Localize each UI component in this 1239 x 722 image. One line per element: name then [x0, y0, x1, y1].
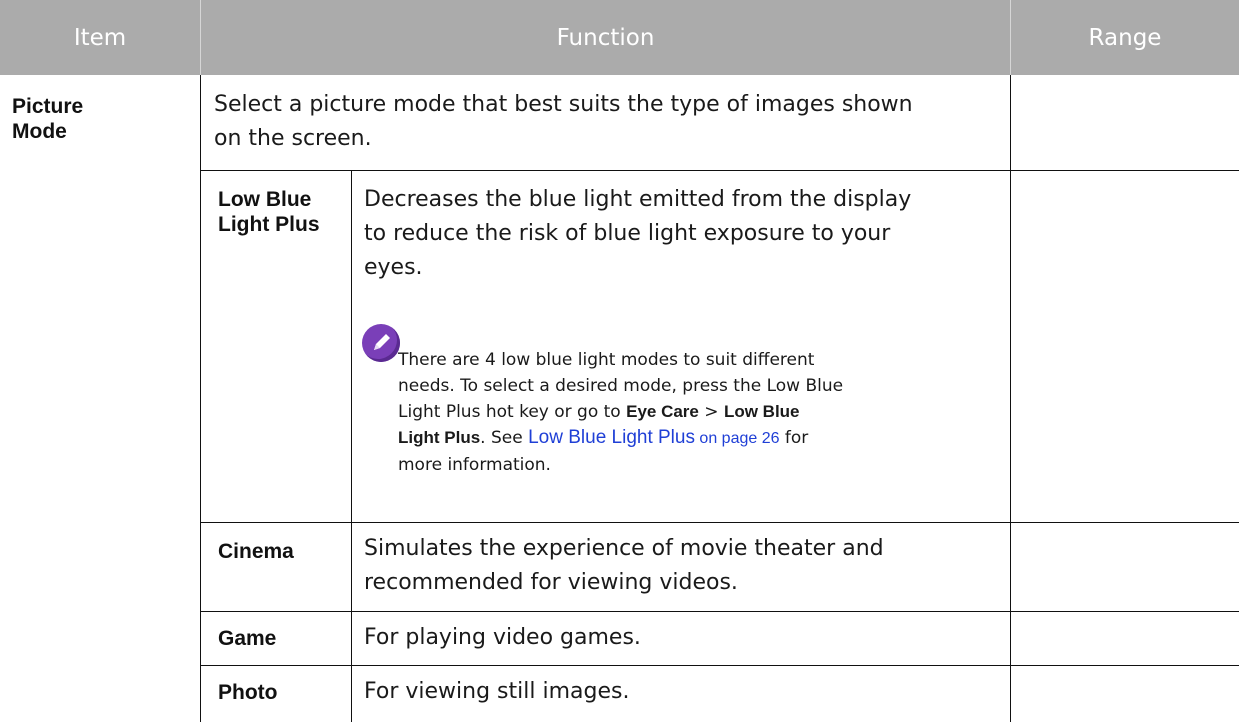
low-blue-light-note: There are 4 low blue light modes to suit… — [398, 350, 844, 475]
header-item: Item — [73, 24, 127, 51]
item-picture-mode: Picture Mode — [12, 95, 84, 143]
row-divider — [200, 170, 1239, 171]
header-function: Function — [556, 24, 655, 51]
header-range: Range — [1088, 24, 1162, 51]
menu-path-eye-care: Eye Care — [626, 402, 699, 421]
picture-mode-description: Select a picture mode that best suits th… — [214, 92, 913, 151]
col-divider-range — [1010, 75, 1011, 722]
menu-path-low-blue: Low Blue — [723, 402, 800, 421]
mode-label-low-blue-light-plus: Low Blue Light Plus — [218, 188, 320, 236]
mode-label-game: Game — [218, 627, 277, 650]
settings-table-page: Item Function Range Picture Mode Select … — [0, 0, 1239, 722]
low-blue-light-description: Decreases the blue light emitted from th… — [364, 187, 912, 280]
mode-label-cinema: Cinema — [218, 540, 294, 563]
mode-label-photo: Photo — [218, 681, 278, 704]
photo-description: For viewing still images. — [364, 679, 630, 704]
row-divider — [200, 522, 1239, 523]
col-divider-submode — [351, 170, 352, 722]
cinema-description: Simulates the experience of movie theate… — [364, 536, 884, 595]
col-divider-item — [200, 75, 201, 722]
row-divider — [200, 611, 1239, 612]
low-blue-light-plus-link[interactable]: Low Blue Light Plus on page 26 — [528, 427, 779, 448]
pencil-note-icon — [362, 324, 400, 362]
row-divider — [200, 665, 1239, 666]
game-description: For playing video games. — [364, 625, 641, 650]
